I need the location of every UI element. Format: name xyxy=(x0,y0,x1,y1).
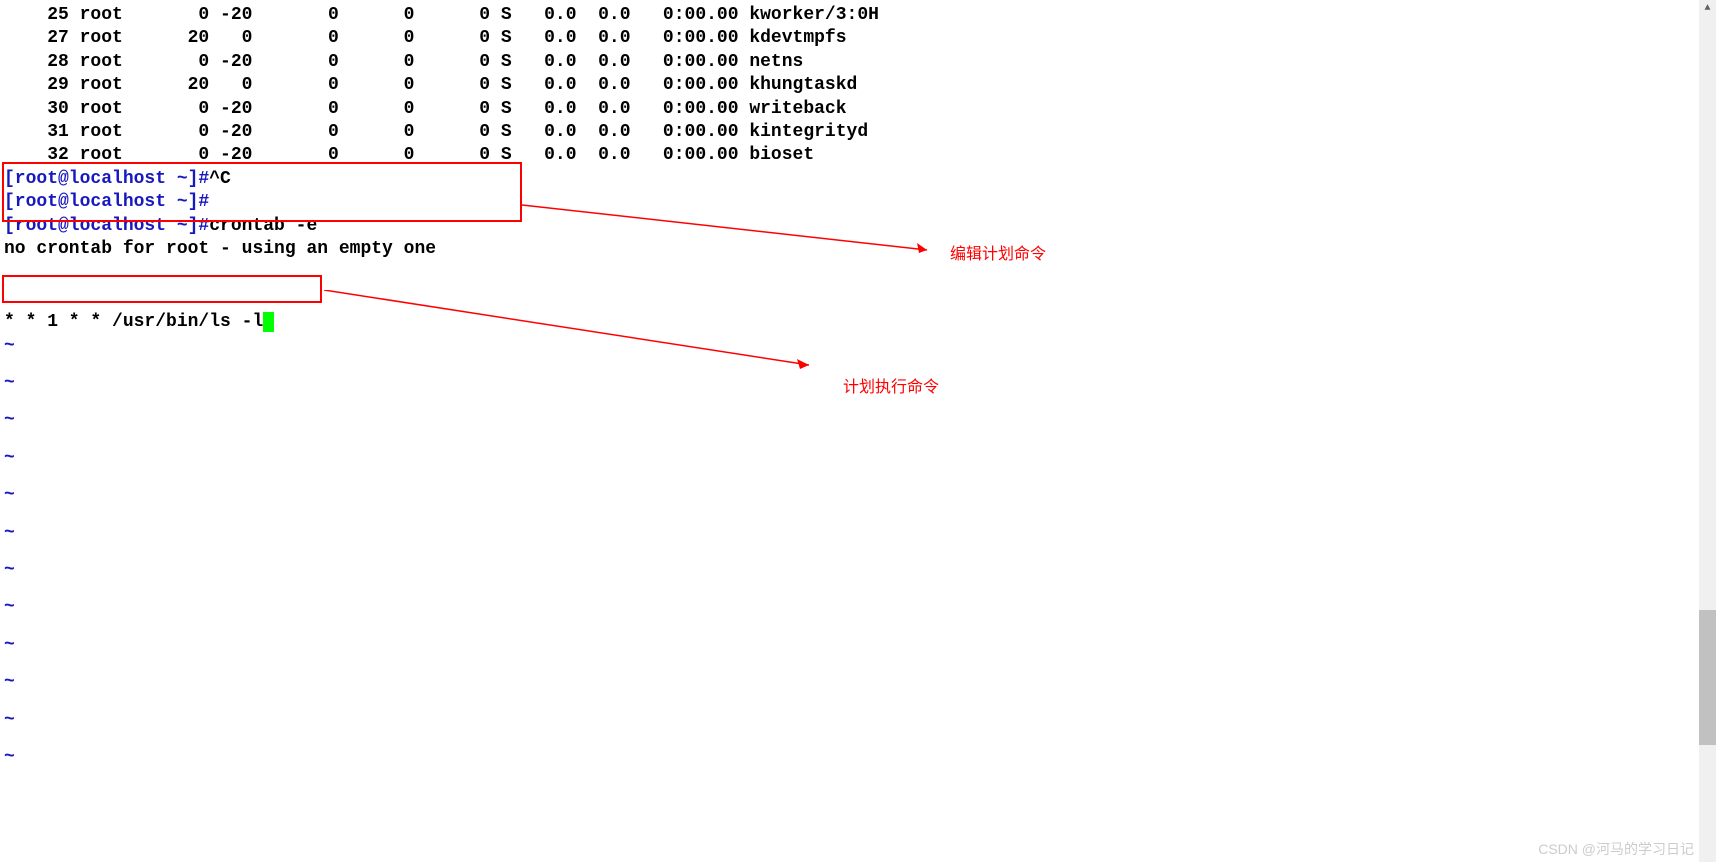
annotation-label-1: 编辑计划命令 xyxy=(950,245,1046,266)
editor-tilde-line: ~ xyxy=(0,671,1716,694)
editor-tilde-line: ~ xyxy=(0,409,1716,432)
editor-tilde-line: ~ xyxy=(0,746,1716,769)
process-row: 28 root 0 -20 0 0 0 S 0.0 0.0 0:00.00 ne… xyxy=(0,51,1716,74)
prompt: [root@localhost ~]# xyxy=(4,169,209,189)
process-row: 32 root 0 -20 0 0 0 S 0.0 0.0 0:00.00 bi… xyxy=(0,144,1716,167)
watermark-text: CSDN @河马的学习日记 xyxy=(1538,840,1694,858)
crontab-command: crontab -e xyxy=(209,216,317,236)
editor-tilde-line: ~ xyxy=(0,559,1716,582)
prompt: [root@localhost ~]# xyxy=(4,216,209,236)
scrollbar-thumb[interactable] xyxy=(1699,610,1716,745)
scrollbar-up-icon[interactable]: ▲ xyxy=(1699,0,1716,17)
crontab-response: no crontab for root - using an empty one xyxy=(0,238,1716,261)
process-row: 31 root 0 -20 0 0 0 S 0.0 0.0 0:00.00 ki… xyxy=(0,121,1716,144)
editor-tilde-line: ~ xyxy=(0,335,1716,358)
editor-tilde-line: ~ xyxy=(0,522,1716,545)
cursor-icon xyxy=(263,312,274,332)
editor-tilde-line: ~ xyxy=(0,484,1716,507)
editor-tilde-line: ~ xyxy=(0,634,1716,657)
scrollbar[interactable]: ▲ xyxy=(1699,0,1716,862)
editor-tilde-line: ~ xyxy=(0,709,1716,732)
editor-tilde-line: ~ xyxy=(0,447,1716,470)
process-list: 25 root 0 -20 0 0 0 S 0.0 0.0 0:00.00 kw… xyxy=(0,4,1716,168)
process-row: 27 root 20 0 0 0 0 S 0.0 0.0 0:00.00 kde… xyxy=(0,27,1716,50)
process-row: 30 root 0 -20 0 0 0 S 0.0 0.0 0:00.00 wr… xyxy=(0,98,1716,121)
editor-tilde-line: ~ xyxy=(0,596,1716,619)
process-row: 25 root 0 -20 0 0 0 S 0.0 0.0 0:00.00 kw… xyxy=(0,4,1716,27)
prompt-line-crontab[interactable]: [root@localhost ~]#crontab -e xyxy=(0,215,1716,238)
process-row: 29 root 20 0 0 0 0 S 0.0 0.0 0:00.00 khu… xyxy=(0,74,1716,97)
interrupt-text: ^C xyxy=(209,169,231,189)
prompt: [root@localhost ~]# xyxy=(4,192,209,212)
crontab-entry-line[interactable]: * * 1 * * /usr/bin/ls -l xyxy=(0,311,1716,334)
prompt-line-empty: [root@localhost ~]# xyxy=(0,191,1716,214)
prompt-line-interrupt: [root@localhost ~]#^C xyxy=(0,168,1716,191)
annotation-label-2: 计划执行命令 xyxy=(843,378,939,399)
